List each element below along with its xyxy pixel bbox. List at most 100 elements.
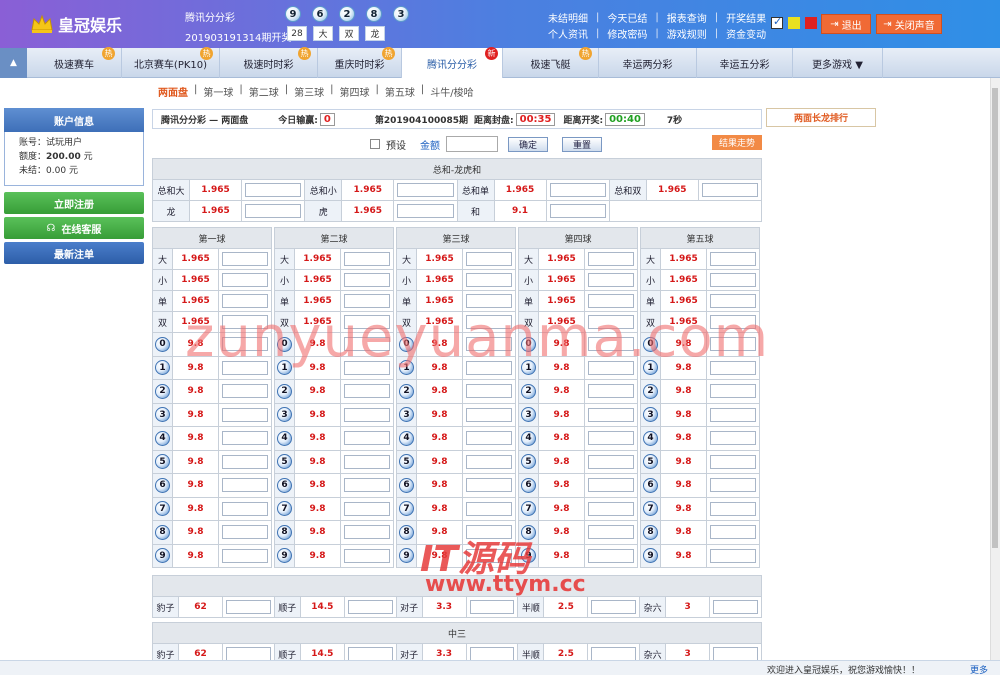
nav-tab[interactable]: 更多游戏 ▼ bbox=[793, 48, 883, 78]
bet-input[interactable] bbox=[710, 431, 756, 446]
site-logo[interactable]: 皇冠娱乐 bbox=[30, 10, 122, 38]
bet-input[interactable] bbox=[344, 525, 390, 540]
bet-input[interactable] bbox=[710, 525, 756, 540]
bet-input[interactable] bbox=[397, 183, 454, 197]
bet-input[interactable] bbox=[591, 600, 637, 614]
mute-button[interactable]: ⇥ 关闭声音 bbox=[876, 14, 942, 34]
nav-tab[interactable]: 极速时时彩热 bbox=[220, 47, 318, 78]
bet-input[interactable] bbox=[245, 204, 302, 218]
rank-button[interactable]: 两面长龙排行 bbox=[766, 108, 876, 127]
bet-input[interactable] bbox=[591, 647, 637, 661]
top-link[interactable]: 游戏规则 bbox=[667, 26, 707, 41]
bet-input[interactable] bbox=[347, 600, 393, 614]
bet-input[interactable] bbox=[588, 548, 634, 563]
subnav-item[interactable]: 第二球 bbox=[249, 84, 279, 99]
nav-tab[interactable]: 腾讯分分彩新 bbox=[402, 47, 503, 78]
preset-checkbox[interactable] bbox=[370, 139, 380, 149]
bet-input[interactable] bbox=[588, 431, 634, 446]
bet-input[interactable] bbox=[588, 525, 634, 540]
subnav-item[interactable]: 两面盘 bbox=[158, 84, 188, 99]
bet-input[interactable] bbox=[701, 183, 758, 197]
bet-input[interactable] bbox=[226, 600, 271, 614]
bet-input[interactable] bbox=[466, 252, 512, 266]
bet-input[interactable] bbox=[710, 548, 756, 563]
bet-input[interactable] bbox=[710, 454, 756, 469]
bet-input[interactable] bbox=[588, 501, 634, 516]
bet-input[interactable] bbox=[588, 252, 634, 266]
bet-input[interactable] bbox=[222, 525, 268, 540]
bet-input[interactable] bbox=[713, 647, 758, 661]
subnav-item[interactable]: 第三球 bbox=[294, 84, 324, 99]
bet-input[interactable] bbox=[466, 478, 512, 493]
bet-input[interactable] bbox=[466, 407, 512, 422]
bet-input[interactable] bbox=[344, 501, 390, 516]
nav-tab[interactable]: 重庆时时彩热 bbox=[318, 47, 402, 78]
bet-input[interactable] bbox=[469, 600, 515, 614]
bet-input[interactable] bbox=[466, 454, 512, 469]
bet-input[interactable] bbox=[344, 454, 390, 469]
bet-input[interactable] bbox=[344, 252, 390, 266]
bet-input[interactable] bbox=[222, 384, 268, 399]
bet-input[interactable] bbox=[344, 384, 390, 399]
logout-button[interactable]: ⇥ 退出 bbox=[821, 14, 871, 34]
bet-input[interactable] bbox=[710, 407, 756, 422]
reset-button[interactable]: 重置 bbox=[562, 136, 603, 152]
top-link[interactable]: 修改密码 bbox=[607, 26, 647, 41]
bet-input[interactable] bbox=[245, 183, 302, 197]
skin-checkbox[interactable]: ✓ bbox=[771, 15, 783, 29]
top-link[interactable]: 今天已结 bbox=[607, 10, 647, 25]
bet-input[interactable] bbox=[549, 183, 606, 197]
nav-tab[interactable]: 幸运五分彩 bbox=[697, 48, 793, 78]
bet-input[interactable] bbox=[222, 431, 268, 446]
top-link[interactable]: 开奖结果 bbox=[726, 10, 766, 25]
bet-input[interactable] bbox=[397, 204, 454, 218]
bet-input[interactable] bbox=[222, 273, 268, 287]
bet-input[interactable] bbox=[344, 431, 390, 446]
scrollbar-thumb[interactable] bbox=[992, 88, 998, 548]
bet-input[interactable] bbox=[549, 204, 606, 218]
bet-input[interactable] bbox=[222, 407, 268, 422]
bet-input[interactable] bbox=[466, 384, 512, 399]
bet-input[interactable] bbox=[222, 454, 268, 469]
bet-input[interactable] bbox=[226, 647, 271, 661]
subnav-item[interactable]: 第一球 bbox=[203, 84, 233, 99]
bet-input[interactable] bbox=[710, 501, 756, 516]
service-button[interactable]: ☊ 在线客服 bbox=[4, 217, 144, 239]
register-button[interactable]: 立即注册 bbox=[4, 192, 144, 214]
nav-tab[interactable]: 北京赛车(PK10) 热 bbox=[122, 47, 220, 78]
collapse-arrow-icon[interactable]: ▲ bbox=[0, 48, 27, 78]
bet-input[interactable] bbox=[588, 407, 634, 422]
bet-input[interactable] bbox=[466, 431, 512, 446]
bet-input[interactable] bbox=[588, 273, 634, 287]
trend-button[interactable]: 结果走势 bbox=[712, 135, 762, 150]
subnav-item[interactable]: 第四球 bbox=[340, 84, 370, 99]
top-link[interactable]: 报表查询 bbox=[667, 10, 707, 25]
bet-input[interactable] bbox=[466, 501, 512, 516]
bet-input[interactable] bbox=[344, 548, 390, 563]
bet-input[interactable] bbox=[713, 600, 758, 614]
confirm-button[interactable]: 确定 bbox=[508, 136, 549, 152]
nav-tab[interactable]: 极速赛车热 bbox=[27, 47, 122, 78]
subnav-item[interactable]: 斗牛/梭哈 bbox=[430, 84, 473, 99]
bet-input[interactable] bbox=[222, 478, 268, 493]
amount-input[interactable] bbox=[446, 136, 498, 152]
nav-tab[interactable]: 幸运两分彩 bbox=[599, 48, 697, 78]
bet-input[interactable] bbox=[710, 384, 756, 399]
bet-input[interactable] bbox=[344, 478, 390, 493]
skin-red-swatch[interactable] bbox=[805, 17, 817, 29]
bet-input[interactable] bbox=[710, 273, 756, 287]
bet-input[interactable] bbox=[347, 647, 393, 661]
bet-input[interactable] bbox=[222, 501, 268, 516]
top-link[interactable]: 个人资讯 bbox=[548, 26, 588, 41]
bet-input[interactable] bbox=[588, 384, 634, 399]
top-link[interactable]: 未结明细 bbox=[548, 10, 588, 25]
top-link[interactable]: 资金变动 bbox=[726, 26, 766, 41]
bet-input[interactable] bbox=[588, 454, 634, 469]
more-link[interactable]: 更多 bbox=[970, 663, 988, 676]
bet-input[interactable] bbox=[222, 548, 268, 563]
bet-input[interactable] bbox=[222, 252, 268, 266]
subnav-item[interactable]: 第五球 bbox=[385, 84, 415, 99]
bet-input[interactable] bbox=[469, 647, 515, 661]
bet-input[interactable] bbox=[344, 407, 390, 422]
bet-input[interactable] bbox=[588, 478, 634, 493]
